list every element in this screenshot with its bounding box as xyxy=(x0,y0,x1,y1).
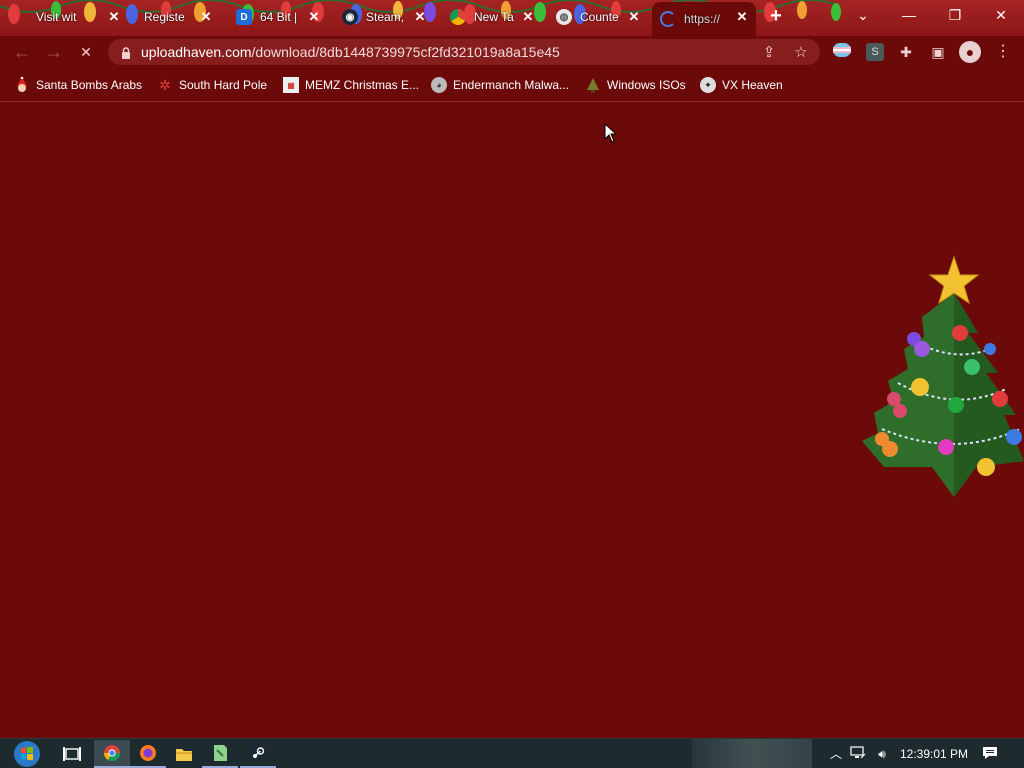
lock-icon xyxy=(121,46,131,59)
loading-icon xyxy=(660,11,676,27)
close-icon[interactable]: ✕ xyxy=(520,9,536,25)
forward-arrow-icon[interactable]: → xyxy=(42,40,66,64)
raccoon-icon: ◕ xyxy=(431,77,447,93)
tab-title: https:// xyxy=(684,12,721,26)
tab-title: Steam, xyxy=(366,10,405,24)
url-path: /download/8db1448739975cf2fd321019a8a15e… xyxy=(251,44,560,60)
tab-title: Visit wit xyxy=(36,10,77,24)
tab-0[interactable]: Visit wit ✕ xyxy=(28,2,128,32)
snowflake-icon: ✲ xyxy=(159,76,171,93)
tab-strip: Visit wit ✕ Registe ✕ D 64 Bit | ✕ ◉ Ste… xyxy=(0,0,1024,36)
tab-3[interactable]: ◉ Steam, ✕ xyxy=(334,2,434,32)
tab-title: New Ta xyxy=(474,10,514,24)
tab-title: Counte xyxy=(580,10,619,24)
tab-6-active[interactable]: https:// ✕ xyxy=(652,2,756,36)
stop-loading-icon[interactable]: ✕ xyxy=(74,40,98,64)
vx-icon: ✦ xyxy=(700,77,716,93)
chevron-up-icon[interactable]: ︿ xyxy=(828,746,844,762)
blue-page-icon: D xyxy=(236,9,252,25)
tree-person-icon xyxy=(585,77,601,93)
page-content xyxy=(0,103,1024,738)
tab-title: 64 Bit | xyxy=(260,10,298,24)
task-view-icon[interactable] xyxy=(54,740,90,768)
back-arrow-icon[interactable]: ← xyxy=(10,40,34,64)
tab-title: Registe xyxy=(144,10,185,24)
bookmark-south-hard-pole[interactable]: ✲ South Hard Pole xyxy=(157,76,267,94)
file-explorer-icon[interactable] xyxy=(166,740,202,768)
flag-extension-icon[interactable] xyxy=(833,43,851,61)
globe-icon: ◍ xyxy=(556,9,572,25)
notepad-plus-plus-icon[interactable] xyxy=(202,740,238,768)
system-clock[interactable]: 12:39:01 PM xyxy=(900,747,968,761)
bookmarks-bar: Santa Bombs Arabs ✲ South Hard Pole ▦ ME… xyxy=(0,68,1024,102)
side-panel-icon[interactable]: ▣ xyxy=(929,43,947,61)
notification-center-icon[interactable] xyxy=(982,746,998,762)
puzzle-extensions-icon[interactable]: ✚ xyxy=(897,43,915,61)
tab-search-button[interactable]: ⌄ xyxy=(840,0,886,30)
close-window-button[interactable]: ✕ xyxy=(978,0,1024,30)
santa-icon xyxy=(14,77,30,93)
kebab-menu-icon[interactable]: ⋮ xyxy=(994,43,1012,61)
network-icon[interactable] xyxy=(850,746,866,762)
star-icon[interactable]: ☆ xyxy=(792,44,810,62)
bookmark-label: Santa Bombs Arabs xyxy=(36,78,143,92)
mouse-cursor-icon xyxy=(604,123,618,143)
taskbar-thumbnail-preview xyxy=(692,739,812,768)
bookmark-label: MEMZ Christmas E... xyxy=(305,78,420,92)
memz-icon: ▦ xyxy=(283,77,299,93)
close-icon[interactable]: ✕ xyxy=(412,9,428,25)
toolbar: ← → ✕ uploadhaven.com/download/8db144873… xyxy=(0,36,1024,68)
address-bar[interactable]: uploadhaven.com/download/8db1448739975cf… xyxy=(108,39,820,65)
steam-icon: ◉ xyxy=(342,9,358,25)
firefox-taskbar-icon[interactable] xyxy=(130,740,166,768)
bookmark-windows-isos[interactable]: Windows ISOs xyxy=(585,76,686,94)
bookmark-label: VX Heaven xyxy=(722,78,783,92)
chrome-icon xyxy=(450,9,466,25)
bookmark-memz-christmas[interactable]: ▦ MEMZ Christmas E... xyxy=(283,76,419,94)
start-button[interactable] xyxy=(8,740,46,768)
chrome-taskbar-icon[interactable] xyxy=(94,740,130,768)
bookmark-endermanch-malware[interactable]: ◕ Endermanch Malwa... xyxy=(431,76,569,94)
minimize-button[interactable]: — xyxy=(886,0,932,30)
tab-2[interactable]: D 64 Bit | ✕ xyxy=(228,2,328,32)
bookmark-label: Endermanch Malwa... xyxy=(453,78,570,92)
bookmark-label: South Hard Pole xyxy=(179,78,268,92)
tab-1[interactable]: Registe ✕ xyxy=(136,2,220,32)
close-icon[interactable]: ✕ xyxy=(626,9,642,25)
close-icon[interactable]: ✕ xyxy=(198,9,214,25)
url-text: uploadhaven.com/download/8db1448739975cf… xyxy=(141,44,560,60)
volume-icon[interactable]: 🔊︎ xyxy=(874,746,890,762)
tab-5[interactable]: ◍ Counte ✕ xyxy=(548,2,648,32)
s-extension-icon[interactable]: S xyxy=(866,43,884,61)
bookmark-label: Windows ISOs xyxy=(607,78,686,92)
restore-button[interactable]: ❐ xyxy=(932,0,978,30)
url-host: uploadhaven.com xyxy=(141,44,252,60)
close-icon[interactable]: ✕ xyxy=(306,9,322,25)
new-tab-button[interactable]: + xyxy=(766,6,786,27)
taskbar: ︿ 🔊︎ 12:39:01 PM xyxy=(0,738,1024,768)
steam-taskbar-icon[interactable] xyxy=(240,740,276,768)
close-icon[interactable]: ✕ xyxy=(106,9,122,25)
profile-avatar-icon[interactable]: ● xyxy=(959,41,981,63)
share-icon[interactable]: ⇪ xyxy=(760,44,778,62)
bookmark-santa-bombs-arabs[interactable]: Santa Bombs Arabs xyxy=(14,76,142,94)
close-icon[interactable]: ✕ xyxy=(734,9,750,25)
bookmark-vx-heaven[interactable]: ✦ VX Heaven xyxy=(700,76,783,94)
tab-4[interactable]: New Ta ✕ xyxy=(442,2,542,32)
christmas-tree-decoration xyxy=(862,255,1024,497)
